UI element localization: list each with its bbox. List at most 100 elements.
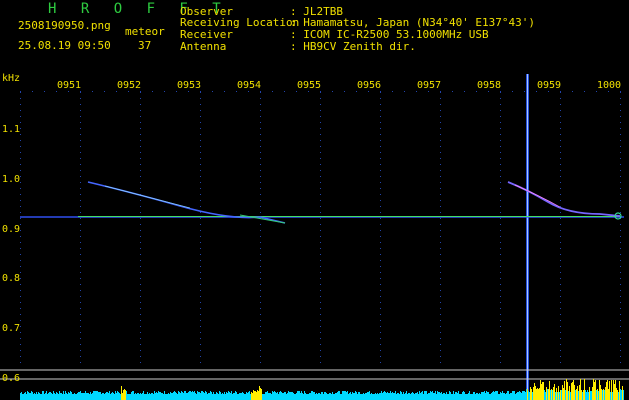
grid-dot: [500, 248, 501, 249]
level-bar: [226, 392, 227, 400]
grid-dot: [560, 350, 561, 351]
level-bar: [451, 394, 452, 400]
grid-dot: [260, 182, 261, 183]
level-bar: [505, 394, 506, 400]
grid-dot: [320, 128, 321, 129]
grid-dot: [380, 92, 381, 93]
grid-dot: [20, 350, 21, 351]
grid-dot: [80, 242, 81, 243]
grid-dot: [140, 176, 141, 177]
level-bar: [26, 394, 27, 400]
level-bar: [210, 391, 211, 400]
grid-dot: [320, 200, 321, 201]
grid-dot: [260, 344, 261, 345]
y-tick-label: 0.6: [2, 373, 21, 384]
level-bar: [36, 392, 37, 400]
level-bar: [507, 391, 508, 400]
grid-dot: [440, 266, 441, 267]
grid-dot: [380, 326, 381, 327]
level-bar: [89, 394, 90, 400]
level-bar: [110, 394, 111, 400]
grid-dot: [140, 206, 141, 207]
level-bar: [346, 392, 347, 400]
grid-dot: [380, 200, 381, 201]
grid-dot: [500, 182, 501, 183]
level-bar: [336, 393, 337, 400]
grid-dot: [20, 200, 21, 201]
grid-dot: [380, 104, 381, 105]
grid-dots: [20, 91, 621, 363]
grid-dot: [320, 272, 321, 273]
grid-dot: [80, 248, 81, 249]
level-bar: [572, 382, 573, 400]
grid-dot: [620, 194, 621, 195]
level-bar: [120, 394, 121, 400]
level-bar: [274, 391, 275, 400]
grid-dot: [320, 92, 321, 93]
grid-dot: [440, 236, 441, 237]
grid-dot: [320, 104, 321, 105]
level-bar: [333, 394, 334, 400]
level-bar: [508, 391, 509, 400]
grid-dot: [320, 176, 321, 177]
level-bar: [445, 394, 446, 400]
grid-dot: [560, 236, 561, 237]
level-bar: [317, 394, 318, 400]
level-bar: [163, 394, 164, 400]
grid-dot: [560, 290, 561, 291]
grid-dot: [620, 344, 621, 345]
antenna-value: : HB9CV Zenith dir.: [290, 40, 416, 53]
level-bar: [601, 389, 602, 400]
level-bar: [295, 394, 296, 400]
grid-dot: [500, 140, 501, 141]
level-bar: [290, 392, 291, 400]
level-bar: [544, 390, 545, 400]
grid-dot: [260, 266, 261, 267]
level-bar: [550, 390, 551, 400]
grid-dot: [560, 176, 561, 177]
level-bar: [272, 391, 273, 400]
level-bar: [281, 392, 282, 400]
grid-dot: [80, 158, 81, 159]
grid-dot: [80, 266, 81, 267]
grid-dot: [560, 242, 561, 243]
level-bar: [398, 393, 399, 400]
level-bar: [488, 392, 489, 400]
grid-dot: [80, 146, 81, 147]
level-bar: [162, 393, 163, 400]
grid-dot: [140, 158, 141, 159]
grid-dot: [500, 290, 501, 291]
level-bar: [260, 388, 261, 400]
level-bar: [264, 394, 265, 400]
level-bar: [28, 392, 29, 400]
grid-dot: [488, 91, 489, 92]
grid-dot: [620, 134, 621, 135]
grid-dot: [260, 314, 261, 315]
level-bar: [142, 393, 143, 400]
grid-dot: [140, 242, 141, 243]
level-bar: [209, 393, 210, 400]
grid-dot: [140, 91, 141, 92]
level-bar: [214, 394, 215, 400]
grid-dot: [320, 332, 321, 333]
level-bar: [383, 392, 384, 400]
level-bar: [371, 393, 372, 400]
grid-dot: [80, 194, 81, 195]
level-bar: [388, 393, 389, 400]
grid-dot: [200, 236, 201, 237]
grid-dot: [320, 344, 321, 345]
grid-dot: [20, 170, 21, 171]
grid-dot: [140, 122, 141, 123]
grid-dot: [260, 254, 261, 255]
level-bar: [580, 379, 581, 400]
level-bar: [362, 394, 363, 400]
level-bar: [465, 394, 466, 400]
grid-dot: [80, 278, 81, 279]
grid-dot: [260, 362, 261, 363]
grid-dot: [320, 230, 321, 231]
grid-dot: [260, 290, 261, 291]
grid-dot: [80, 254, 81, 255]
grid-dot: [140, 170, 141, 171]
grid-dot: [320, 134, 321, 135]
grid-dot: [320, 140, 321, 141]
